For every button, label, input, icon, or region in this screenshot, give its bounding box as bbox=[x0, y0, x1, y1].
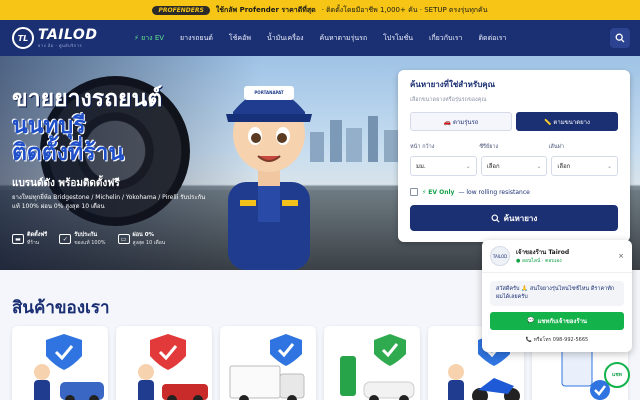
chat-float-button[interactable]: แชท bbox=[604, 362, 630, 388]
feature-sub: ที่ร้าน bbox=[27, 239, 40, 246]
promo-bar[interactable]: PROFENDERS ใช้กลัพ Profender ราคาดีที่สุ… bbox=[0, 0, 640, 20]
truck-icon: ▬ bbox=[12, 234, 24, 245]
ev-only-filter[interactable]: ⚡ EV Only — low rolling resistance bbox=[410, 188, 618, 196]
promo-bold-text: ใช้กลัพ Profender ราคาดีที่สุด bbox=[215, 5, 316, 14]
feature-sub: สูงสุด 10 เดือน bbox=[132, 239, 166, 246]
search-card-subtitle: เลือกขนาดยางหรือรุ่นรถของคุณ bbox=[410, 97, 487, 103]
product-card-pickup[interactable] bbox=[116, 326, 212, 400]
nav-item-contact[interactable]: ติดต่อเรา bbox=[470, 33, 514, 44]
chat-message: สวัสดีครับ 🙏 สนใจยางรุ่นไหนไซซ์ไหน ดีราค… bbox=[490, 281, 624, 306]
label-width: หน้า กว้าง bbox=[410, 144, 435, 150]
hero-heading-line2: นนทบุรี bbox=[12, 113, 86, 140]
chat-status: ● ออนไลน์ · ตอบเอง bbox=[516, 258, 562, 264]
call-phone-link[interactable]: 📞 หรือโทร 098-992-5665 bbox=[482, 336, 632, 344]
rim-select-value: เลือก bbox=[557, 163, 571, 170]
width-select-value: มม. bbox=[416, 163, 426, 170]
chat-header: TAILOD เจ้าของร้าน Tairod ● ออนไลน์ · ตอ… bbox=[482, 240, 632, 273]
ev-only-checkbox[interactable] bbox=[410, 188, 418, 196]
width-select[interactable]: มม. ⌄ bbox=[410, 156, 477, 176]
chevron-down-icon: ⌄ bbox=[606, 162, 613, 170]
logo-badge-icon: TL bbox=[12, 27, 34, 49]
product-card-ev[interactable] bbox=[324, 326, 420, 400]
ev-only-label: ⚡ EV Only bbox=[422, 188, 455, 196]
chat-avatar: TAILOD bbox=[490, 246, 510, 266]
search-card-title: ค้นหายางที่ใช่สำหรับคุณ bbox=[410, 80, 496, 89]
nav-item-promotions[interactable]: โปรโมชั่น bbox=[375, 33, 421, 44]
size-field-labels: หน้า กว้าง ซีรีย์ยาง เส้นผ่า bbox=[410, 143, 618, 151]
tire-search-card: ค้นหายางที่ใช่สำหรับคุณ เลือกขนาดยางหรือ… bbox=[398, 70, 630, 242]
size-selects: มม. ⌄ เลือก ⌄ เลือก ⌄ bbox=[410, 156, 619, 176]
search-tires-button[interactable]: ค้นหายาง bbox=[410, 205, 618, 231]
feature-warranty: ✓ รับประกัน ของแท้ 100% bbox=[59, 232, 106, 247]
main-nav: TL TAILOD ยาง ล้อ · ศูนย์บริการ ⚡ ยาง EV… bbox=[0, 20, 640, 56]
product-card-truck[interactable] bbox=[220, 326, 316, 400]
chevron-down-icon: ⌄ bbox=[465, 162, 471, 170]
search-tires-label: ค้นหายาง bbox=[503, 213, 538, 223]
chat-owner-name: เจ้าของร้าน Tairod bbox=[516, 249, 570, 256]
rim-select[interactable]: เลือก ⌄ bbox=[551, 156, 619, 176]
ratio-select[interactable]: เลือก ⌄ bbox=[480, 156, 548, 176]
feature-title: ผ่อน 0% bbox=[132, 232, 155, 238]
product-image-pickup bbox=[138, 334, 208, 400]
hero-description: ยางใหม่ทุกยี่ห้อ Bridgestone / Michelin … bbox=[12, 194, 206, 210]
mascot-cap-label: PORTANAPAT bbox=[254, 90, 284, 95]
card-icon: ▭ bbox=[117, 234, 130, 245]
nav-item-ev-tires[interactable]: ⚡ ยาง EV bbox=[126, 33, 172, 44]
hero-heading: ขายยางรถยนต์ นนทบุรี ติดตั้งที่ร้าน bbox=[12, 86, 162, 167]
tab-by-tire-size[interactable]: 📏 ตามขนาดยาง bbox=[516, 112, 618, 131]
label-ratio: ซีรีย์ยาง bbox=[479, 144, 499, 150]
nav-item-search-by-model[interactable]: ค้นหาตามรุ่นรถ bbox=[312, 33, 376, 44]
nav-item-engine-oil[interactable]: น้ำมันเครื่อง bbox=[259, 33, 312, 44]
feature-installment: ▭ ผ่อน 0% สูงสุด 10 เดือน bbox=[117, 232, 166, 247]
tab-by-car-model[interactable]: 🚗 ตามรุ่นรถ bbox=[410, 112, 512, 131]
products-title: สินค้าของเรา bbox=[12, 298, 110, 318]
feature-sub: ของแท้ 100% bbox=[74, 239, 106, 246]
feature-title: ติดตั้งฟรี bbox=[27, 232, 48, 238]
label-rim: เส้นผ่า bbox=[548, 144, 564, 150]
nav-item-shocks[interactable]: โช้คอัพ bbox=[221, 33, 259, 44]
feature-title: รับประกัน bbox=[74, 232, 98, 238]
product-image-truck bbox=[229, 334, 305, 400]
hero-heading-line1: ขายยางรถยนต์ bbox=[12, 86, 163, 112]
logo-text: TAILOD bbox=[38, 26, 98, 43]
search-icon bbox=[491, 213, 500, 223]
product-card-suv[interactable] bbox=[12, 326, 108, 400]
search-tabs: 🚗 ตามรุ่นรถ 📏 ตามขนาดยาง bbox=[410, 112, 618, 131]
chat-with-owner-button[interactable]: 💬 แชทกับเจ้าของร้าน bbox=[490, 311, 624, 330]
product-image-suv bbox=[34, 334, 104, 400]
promo-text: · ติดตั้งโดยมีอาชีพ 1,000+ คัน · SETUP ต… bbox=[321, 5, 488, 14]
ev-only-suffix: — low rolling resistance bbox=[458, 188, 530, 196]
ratio-select-value: เลือก bbox=[486, 163, 500, 170]
chat-bubble-icon: 💬 bbox=[526, 317, 535, 324]
close-icon[interactable]: × bbox=[618, 252, 624, 260]
nav-item-about[interactable]: เกี่ยวกับเรา bbox=[421, 33, 470, 44]
feature-free-install: ▬ ติดตั้งฟรี ที่ร้าน bbox=[12, 232, 47, 247]
logo-subtitle: ยาง ล้อ · ศูนย์บริการ bbox=[38, 42, 83, 48]
hero-subtitle: แบรนด์ดัง พร้อมติดตั้งฟรี bbox=[12, 178, 120, 189]
product-image-ev bbox=[340, 334, 415, 400]
nav-item-car-tires[interactable]: ยางรถยนต์ bbox=[172, 33, 221, 44]
shield-check-icon: ✓ bbox=[59, 234, 72, 245]
chat-button-label: แชทกับเจ้าของร้าน bbox=[537, 317, 588, 325]
chat-widget: TAILOD เจ้าของร้าน Tairod ● ออนไลน์ · ตอ… bbox=[482, 240, 632, 352]
hero-heading-line3: ติดตั้งที่ร้าน bbox=[12, 140, 125, 167]
hero-features: ▬ ติดตั้งฟรี ที่ร้าน ✓ รับประกัน ของแท้ 10… bbox=[12, 232, 165, 247]
search-icon[interactable] bbox=[610, 28, 630, 48]
promo-brand-logo: PROFENDERS bbox=[152, 5, 210, 15]
site-logo[interactable]: TL TAILOD ยาง ล้อ · ศูนย์บริการ bbox=[0, 27, 126, 49]
nav-menu: ⚡ ยาง EV ยางรถยนต์ โช้คอัพ น้ำมันเครื่อง… bbox=[126, 33, 610, 44]
chevron-down-icon: ⌄ bbox=[536, 162, 542, 170]
